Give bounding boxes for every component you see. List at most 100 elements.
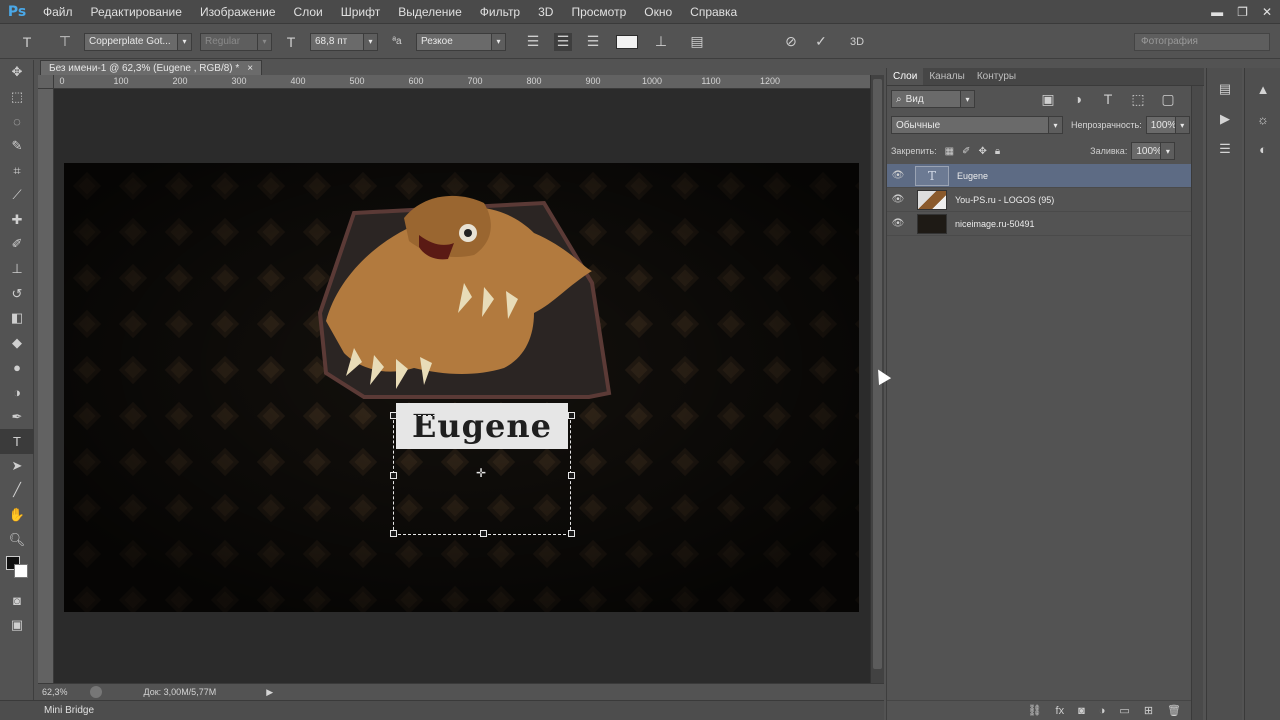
quick-select-tool-icon[interactable]: ✎ (0, 134, 34, 159)
filter-shape-icon[interactable]: ⬚ (1129, 90, 1147, 108)
antialias-select[interactable]: Резкое ▾ (416, 32, 506, 51)
close-tab-icon[interactable]: × (247, 61, 253, 75)
layers-scrollbar[interactable] (1191, 86, 1203, 720)
blend-mode-select[interactable]: Обычные ▾ (891, 116, 1063, 134)
filter-smart-object-icon[interactable]: ▢ (1159, 90, 1177, 108)
background-color-swatch[interactable] (14, 563, 28, 578)
vertical-ruler[interactable] (38, 89, 54, 683)
transform-handle[interactable] (568, 530, 575, 537)
font-size-select[interactable]: 68,8 пт ▾ (310, 32, 378, 51)
tab-channels[interactable]: Каналы (923, 68, 971, 85)
path-select-tool-icon[interactable]: ➤ (0, 454, 34, 479)
layer-comps-icon[interactable]: ☰ (1207, 134, 1243, 164)
font-style-select[interactable]: Regular ▾ (200, 32, 272, 51)
transform-handle[interactable] (390, 472, 397, 479)
pen-tool-icon[interactable]: ✒ (0, 404, 34, 429)
transform-handle[interactable] (568, 412, 575, 419)
screen-mode-icon[interactable]: ▣ (0, 612, 34, 637)
tab-paths[interactable]: Контуры (971, 68, 1022, 85)
lock-image-icon[interactable]: ✐ (962, 146, 970, 157)
eyedropper-tool-icon[interactable]: ⟋ (0, 183, 34, 208)
layer-row-eugene[interactable]: 👁︎ T Eugene (887, 164, 1191, 188)
commit-edit-icon[interactable]: ✓ (812, 33, 830, 51)
document-canvas[interactable]: Eugene ✛ (64, 163, 859, 612)
menu-3d[interactable]: 3D (529, 0, 562, 24)
character-panel-icon[interactable]: ▤ (688, 33, 706, 51)
menu-image[interactable]: Изображение (191, 0, 285, 24)
layer-style-icon[interactable]: fx (1056, 705, 1065, 717)
type-tool-preset-icon[interactable]: T (18, 33, 36, 51)
healing-brush-tool-icon[interactable]: ✚ (0, 208, 34, 233)
adjustment-layer-icon[interactable]: ◑ (1099, 705, 1106, 717)
menu-file[interactable]: Файл (34, 0, 82, 24)
eraser-tool-icon[interactable]: ◧ (0, 306, 34, 331)
marquee-tool-icon[interactable]: ⬚ (0, 85, 34, 110)
transform-handle[interactable] (390, 530, 397, 537)
new-group-icon[interactable]: ▭ (1119, 704, 1129, 717)
status-arrow-icon[interactable]: ▶ (266, 687, 273, 698)
eye-icon[interactable]: 👁︎ (887, 170, 909, 181)
quick-mask-icon[interactable]: ◙ (0, 588, 34, 613)
orientation-toggle-icon[interactable]: ⊤ (56, 33, 74, 51)
text-bounding-box[interactable]: ✛ (390, 412, 575, 537)
warp-text-icon[interactable]: ⊥ (652, 33, 670, 51)
workspace-select[interactable]: Фотография (1134, 33, 1270, 51)
lasso-tool-icon[interactable]: ◌ (0, 109, 34, 134)
transform-handle[interactable] (568, 472, 575, 479)
tab-layers[interactable]: Слои (887, 68, 924, 85)
delete-layer-icon[interactable]: 🗑︎ (1167, 704, 1181, 717)
zoom-level[interactable]: 62,3% (42, 687, 68, 697)
filter-type-icon[interactable]: T (1099, 90, 1117, 108)
layer-name[interactable]: niceimage.ru-50491 (955, 219, 1035, 229)
lock-transparent-icon[interactable]: ▦ (945, 146, 954, 157)
eye-icon[interactable]: 👁︎ (887, 194, 909, 205)
opacity-field[interactable]: 100% ▾ (1145, 116, 1190, 134)
layer-filter-select[interactable]: ⌕ Вид ▾ (891, 90, 975, 108)
minimize-icon[interactable]: ▬ (1211, 5, 1223, 19)
eye-icon[interactable]: 👁︎ (887, 218, 909, 229)
transform-handle[interactable] (390, 412, 397, 419)
move-tool-icon[interactable]: ✥ (0, 60, 34, 85)
layer-row-logos[interactable]: 👁︎ You-PS.ru - LOGOS (95) (887, 188, 1191, 212)
lock-position-icon[interactable]: ✥ (978, 146, 986, 157)
filter-pixel-icon[interactable]: ▣ (1039, 90, 1057, 108)
type-tool-icon[interactable]: T (0, 428, 34, 454)
dodge-tool-icon[interactable]: ◑ (0, 380, 34, 405)
filter-adjustment-icon[interactable]: ◑ (1069, 90, 1087, 108)
menu-help[interactable]: Справка (681, 0, 746, 24)
align-right-icon[interactable]: ☰ (584, 33, 602, 51)
adjustments-panel-icon[interactable]: ☼ (1245, 104, 1280, 134)
styles-panel-icon[interactable]: ◐ (1245, 134, 1280, 164)
horizontal-ruler[interactable]: 0 100 200 300 400 500 600 700 800 900 1000 1100 1200 (54, 75, 870, 89)
menu-select[interactable]: Выделение (389, 0, 471, 24)
menu-edit[interactable]: Редактирование (82, 0, 191, 24)
lock-all-icon[interactable]: 🔒︎ (995, 146, 1000, 157)
menu-window[interactable]: Окно (635, 0, 681, 24)
clone-stamp-tool-icon[interactable]: ⊥ (0, 257, 34, 282)
history-brush-tool-icon[interactable]: ↺ (0, 281, 34, 306)
document-tab[interactable]: Без имени-1 @ 62,3% (Eugene , RGB/8) * × (40, 60, 263, 75)
ruler-corner[interactable] (38, 75, 54, 89)
histogram-panel-icon[interactable]: ▲ (1245, 74, 1280, 104)
brush-tool-icon[interactable]: ✐ (0, 232, 34, 257)
layer-row-background[interactable]: 👁︎ niceimage.ru-50491 (887, 212, 1191, 236)
link-layers-icon[interactable]: ⛓︎ (1028, 704, 1042, 717)
text-color-swatch[interactable] (616, 34, 638, 49)
paint-bucket-tool-icon[interactable]: ◆ (0, 331, 34, 356)
layer-name[interactable]: You-PS.ru - LOGOS (95) (955, 195, 1054, 205)
cancel-edit-icon[interactable]: ⊘ (782, 33, 800, 51)
transform-handle[interactable] (480, 530, 487, 537)
blur-tool-icon[interactable]: ● (0, 355, 34, 380)
crop-tool-icon[interactable]: ⌗ (0, 158, 34, 183)
actions-panel-icon[interactable]: ▶ (1207, 104, 1243, 134)
menu-type[interactable]: Шрифт (332, 0, 389, 24)
new-layer-icon[interactable]: ⊞ (1144, 704, 1153, 717)
zoom-tool-icon[interactable]: 🔍︎ (0, 527, 34, 552)
hand-tool-icon[interactable]: ✋ (0, 503, 34, 528)
add-mask-icon[interactable]: ◙ (1078, 705, 1085, 717)
history-panel-icon[interactable]: ▤ (1207, 74, 1243, 104)
align-left-icon[interactable]: ☰ (524, 33, 542, 51)
menu-view[interactable]: Просмотр (562, 0, 635, 24)
align-center-icon[interactable]: ☰ (554, 32, 572, 51)
menu-filter[interactable]: Фильтр (471, 0, 529, 24)
